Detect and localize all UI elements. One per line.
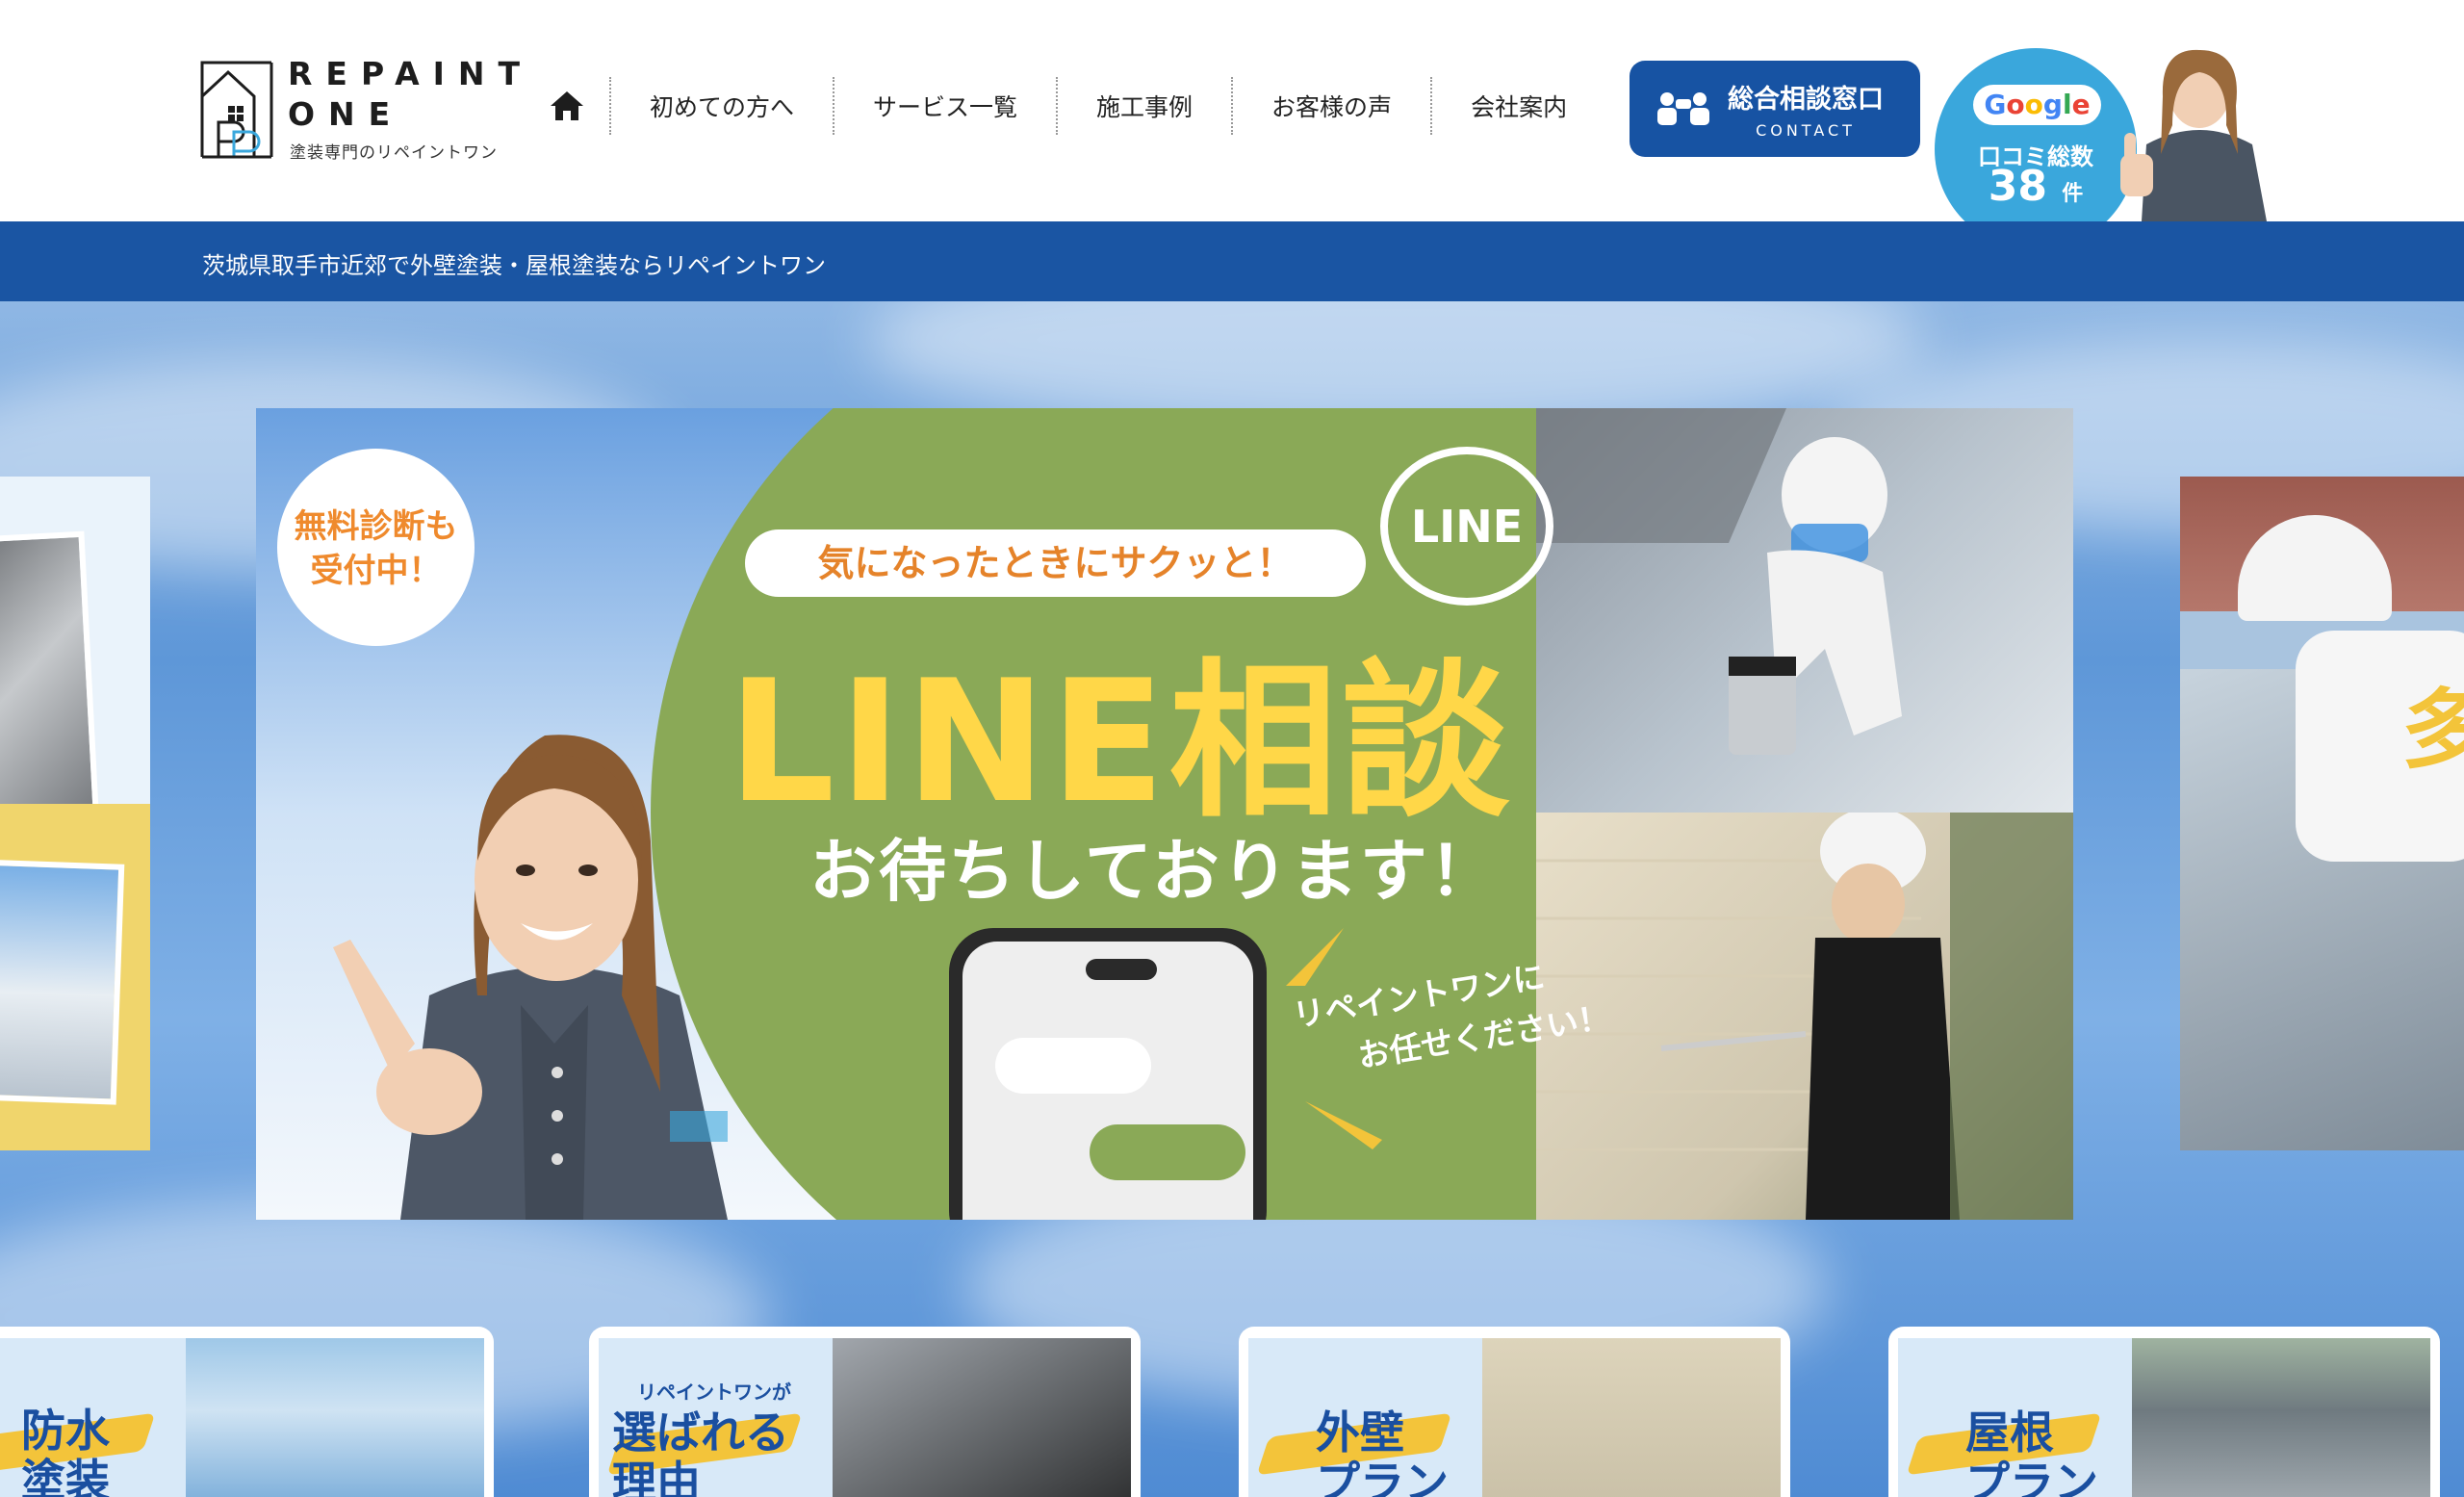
carousel-prev-slide[interactable] [0, 477, 150, 1150]
chat-bubble-green [1090, 1124, 1245, 1180]
staff-woman-pointing-image [333, 735, 728, 1220]
staff-thumbs-up-image [2120, 49, 2267, 221]
consultation-people-icon [1657, 92, 1709, 125]
nav-item-voices[interactable]: お客様の声 [1233, 77, 1433, 135]
card-exterior-wall-plan[interactable]: 外壁 プラン [1239, 1327, 1790, 1497]
accent-spark-icon [1286, 928, 1344, 986]
carousel-next-slide[interactable]: 多 [2180, 477, 2464, 1150]
logo-tagline: 塗装専門のリペイントワン [290, 143, 498, 163]
card-reasons[interactable]: リペイントワンが 選ばれる 理由 [589, 1327, 1141, 1497]
card-label: 外壁 プラン [1316, 1407, 1449, 1497]
card-label: 防水 塗装 [21, 1405, 110, 1497]
google-logo: Google [1973, 85, 2101, 125]
logo-text-one: ONE [288, 95, 404, 133]
hero-banner-line-consultation[interactable]: 無料診断も 受付中！ 気になったときにサクッと！ LINE LINE相談 お待ちし… [256, 408, 2073, 1220]
nav-item-works[interactable]: 施工事例 [1058, 77, 1234, 135]
card-roof-plan[interactable]: 屋根 プラン [1888, 1327, 2440, 1497]
nav-item-services[interactable]: サービス一覧 [834, 77, 1059, 135]
nav-item-company[interactable]: 会社案内 [1432, 77, 1596, 135]
banner-title: LINE相談 [728, 645, 1514, 840]
accent-spark-icon [1305, 1101, 1382, 1149]
card-waterproof-coating[interactable]: 防水 塗装 [0, 1327, 494, 1497]
nav-item-first-time[interactable]: 初めての方へ [611, 77, 835, 135]
home-icon [551, 91, 583, 120]
smartphone-illustration [949, 928, 1267, 1220]
site-header: REPAINT ONE 塗装専門のリペイントワン 初めての方へ サービス一覧 施… [0, 0, 2464, 250]
contact-button-label: 総合相談窓口 [1728, 85, 1884, 115]
card-label: 屋根 プラン [1965, 1407, 2098, 1497]
banner-subtitle: お待ちしております！ [809, 832, 1499, 911]
line-speech-icon: LINE [1380, 447, 1553, 606]
photo-worker-roof [1536, 408, 2073, 813]
photo-worker-wall [1536, 808, 2073, 1220]
card-label: 選ばれる 理由 [612, 1407, 789, 1497]
site-logo[interactable]: REPAINT ONE 塗装専門のリペイントワン [199, 53, 520, 164]
banner-pill-text: 気になったときにサクッと！ [745, 529, 1366, 597]
card-small-label: リペイントワンが [637, 1381, 791, 1404]
tagline-bar: 茨城県取手市近郊で外壁塗装・屋根塗装ならリペイントワン [0, 221, 2464, 301]
logo-text-repaint: REPAINT [288, 55, 534, 92]
chat-bubble-white [995, 1038, 1151, 1094]
site-tagline: 茨城県取手市近郊で外壁塗装・屋根塗装ならリペイントワン [202, 252, 826, 279]
contact-button-sub: CONTACT [1756, 121, 1856, 140]
nav-home[interactable] [525, 77, 611, 135]
main-nav: 初めての方へ サービス一覧 施工事例 お客様の声 会社案内 [525, 77, 1596, 135]
contact-button[interactable]: 総合相談窓口 CONTACT [1630, 61, 1920, 157]
house-logo-icon [200, 61, 273, 159]
